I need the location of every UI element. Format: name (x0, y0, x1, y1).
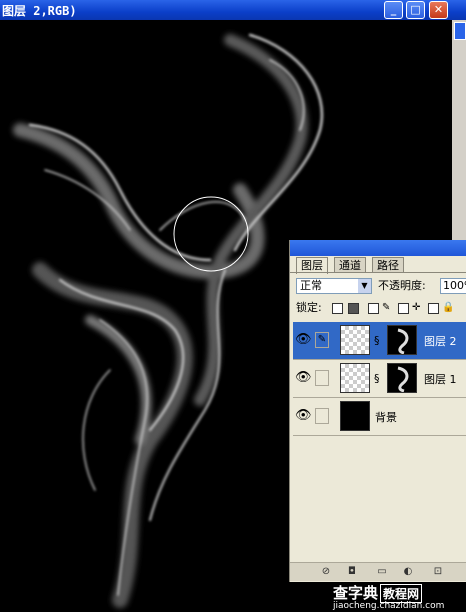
layer-row[interactable]: 👁 ✎ § 图层 2 (293, 322, 466, 360)
document-title: 图层 2,RGB) (2, 4, 77, 18)
layer-name[interactable]: 图层 2 (424, 333, 457, 349)
maximize-button[interactable]: □ (406, 1, 425, 19)
watermark-title: 查字典 教程网 (333, 582, 423, 603)
layer-name[interactable]: 图层 1 (424, 371, 457, 387)
layer-thumbnail (340, 401, 370, 431)
layers-list: 👁 ✎ § 图层 2 👁 § 图层 1 👁 背景 (293, 322, 466, 436)
lock-image-checkbox[interactable] (368, 303, 379, 314)
lock-all-checkbox[interactable] (428, 303, 439, 314)
adjustment-layer-icon[interactable]: ◐ (402, 566, 414, 577)
eye-icon[interactable]: 👁 (295, 370, 312, 386)
lock-label: 锁定: (296, 301, 322, 314)
background-window-edge (452, 20, 466, 240)
opacity-label: 不透明度: (378, 279, 426, 292)
brush-icon[interactable]: ✎ (315, 332, 329, 348)
lock-position-checkbox[interactable] (398, 303, 409, 314)
chain-link-icon[interactable]: § (374, 334, 380, 347)
layers-panel[interactable]: 图层 通道 路径 正常 ▼ 不透明度: 100% 锁定: ✎ ✛ 🔒 👁 ✎ §… (289, 240, 466, 582)
layer-name[interactable]: 背景 (375, 409, 397, 425)
layer-mask-thumbnail[interactable] (387, 363, 417, 393)
watermark-url: jiaocheng.chazidian.com (333, 601, 445, 611)
layer-thumbnail (340, 363, 370, 393)
panel-bottom-bar: ⊘ ◘ ▭ ◐ ⊡ (290, 562, 466, 581)
lock-transparent-icon (348, 303, 359, 314)
background-window-titlebar (454, 22, 466, 40)
panel-title-bar[interactable] (290, 240, 466, 256)
layer-mask-thumbnail[interactable] (387, 325, 417, 355)
link-layers-icon[interactable]: ⊘ (320, 566, 332, 577)
document-title-bar[interactable]: 图层 2,RGB) _ □ ✕ (0, 0, 466, 20)
tab-divider (290, 272, 466, 273)
lock-transparent-checkbox[interactable] (332, 303, 343, 314)
new-layer-icon[interactable]: ⊡ (432, 566, 444, 577)
blend-mode-select[interactable]: 正常 ▼ (296, 278, 372, 294)
tab-channels[interactable]: 通道 (334, 257, 366, 273)
brush-lock-icon: ✎ (382, 302, 391, 313)
close-button[interactable]: ✕ (429, 1, 448, 19)
link-cell[interactable] (315, 408, 329, 424)
layer-row[interactable]: 👁 § 图层 1 (293, 360, 466, 398)
chevron-down-icon: ▼ (358, 279, 371, 293)
move-lock-icon: ✛ (412, 302, 421, 313)
opacity-field[interactable]: 100% (440, 278, 466, 294)
link-cell[interactable] (315, 370, 329, 386)
eye-icon[interactable]: 👁 (295, 408, 312, 424)
add-mask-icon[interactable]: ◘ (346, 566, 358, 577)
blend-mode-value: 正常 (300, 279, 322, 292)
site-watermark: 查字典 教程网 jiaocheng.chazidian.com (333, 582, 466, 612)
new-group-icon[interactable]: ▭ (376, 566, 388, 577)
layer-thumbnail (340, 325, 370, 355)
watermark-main: 查字典 (333, 584, 379, 602)
chain-link-icon[interactable]: § (374, 372, 380, 385)
tab-paths[interactable]: 路径 (372, 257, 404, 273)
minimize-button[interactable]: _ (384, 1, 403, 19)
layer-row[interactable]: 👁 背景 (293, 398, 466, 436)
padlock-icon: 🔒 (442, 302, 455, 313)
eye-icon[interactable]: 👁 (295, 332, 312, 348)
